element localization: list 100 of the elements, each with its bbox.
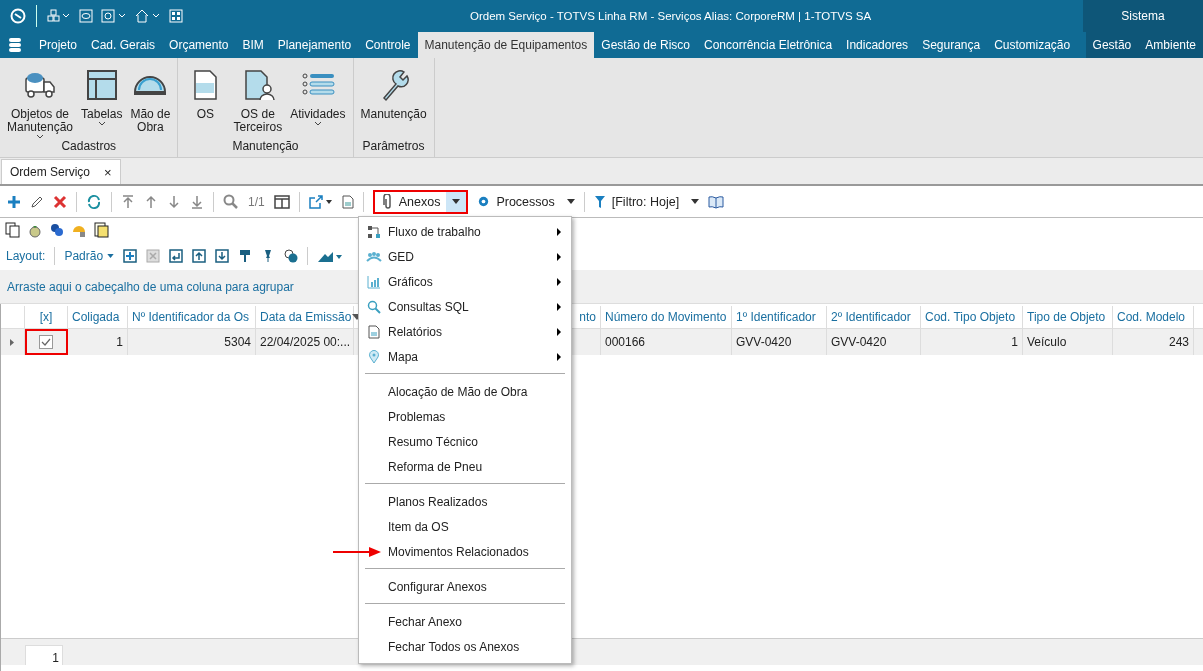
menu-item[interactable]: GED <box>359 244 571 269</box>
ribbon-button[interactable]: OS de Terceiros <box>230 58 286 139</box>
menu-item[interactable]: Configurar Anexos <box>359 574 571 599</box>
window-title: Ordem Serviço - TOTVS Linha RM - Serviços Alias: CorporeRM | 1-TOTVS SA <box>470 10 873 22</box>
down-arrow-icon[interactable] <box>167 194 181 209</box>
ribbon-tab[interactable]: Manutenção de Equipamentos <box>417 32 595 58</box>
caret-icon <box>452 199 461 204</box>
row-checkbox[interactable] <box>39 335 53 349</box>
export-icon[interactable] <box>308 194 333 209</box>
remove-row-icon <box>146 249 161 263</box>
refresh-icon[interactable] <box>86 193 102 210</box>
document-icon[interactable] <box>341 194 354 209</box>
menu-item[interactable]: Alocação de Mão de Obra <box>359 379 571 404</box>
menu-icon[interactable] <box>8 37 22 53</box>
group-label: Cadastros <box>60 139 118 155</box>
refresh-icon[interactable] <box>101 9 127 23</box>
ribbon-tab[interactable]: Customização <box>987 32 1078 58</box>
table-cell: 1 <box>921 329 1023 355</box>
menu-item[interactable]: Planos Realizados <box>359 489 571 514</box>
grid-icon[interactable] <box>169 9 183 23</box>
columns-icon[interactable] <box>273 194 290 209</box>
menu-item[interactable]: Fluxo de trabalho <box>359 219 571 244</box>
filter-icon <box>593 194 606 209</box>
ribbon-button[interactable]: Atividades <box>287 58 349 139</box>
first-icon[interactable] <box>121 194 135 209</box>
ribbon-button[interactable]: Tabelas <box>78 58 126 139</box>
layout-dropdown[interactable]: Padrão <box>64 249 115 263</box>
table-cell: 000166 <box>601 329 732 355</box>
attachments-button[interactable]: Anexos <box>372 189 469 214</box>
menu-item[interactable]: Fechar Todos os Anexos <box>359 634 571 659</box>
submenu-arrow-icon <box>557 302 561 311</box>
people-icon <box>365 250 382 263</box>
ribbon-tab[interactable]: Gestão <box>1085 32 1139 58</box>
menu-item[interactable]: Gráficos <box>359 269 571 294</box>
report-icon[interactable] <box>93 222 109 238</box>
menu-item[interactable]: Mapa <box>359 344 571 369</box>
ribbon-tab[interactable]: BIM <box>235 32 271 58</box>
ribbon-tab[interactable]: Planejamento <box>270 32 359 58</box>
copy-icon[interactable] <box>5 222 21 238</box>
view-icon[interactable] <box>79 9 93 23</box>
submenu-arrow-icon <box>557 227 561 236</box>
gear-icon <box>477 195 491 208</box>
modules-icon[interactable] <box>47 9 71 23</box>
search-icon[interactable] <box>223 193 239 210</box>
row-indicator-icon <box>10 338 14 346</box>
delete-icon[interactable] <box>53 194 67 209</box>
menu-item[interactable]: Relatórios <box>359 319 571 344</box>
column-header[interactable]: Tipo de Objeto <box>1023 306 1113 328</box>
menu-item[interactable]: Movimentos Relacionados <box>359 539 571 564</box>
column-header[interactable]: 2º Identificador <box>827 306 921 328</box>
table-cell: 22/04/2025 00:... <box>256 329 354 355</box>
document-tab[interactable]: Ordem Serviço × <box>1 159 121 184</box>
column-header[interactable]: 1º Identificador <box>732 306 827 328</box>
column-header[interactable]: Cod. Tipo Objeto <box>921 306 1023 328</box>
ribbon-button[interactable]: Objetos de Manutenção <box>4 58 77 139</box>
ribbon-tab[interactable]: Gestão de Risco <box>594 32 697 58</box>
cubes-icon[interactable] <box>49 222 65 238</box>
ribbon-button[interactable]: Mão de Obra <box>127 58 174 139</box>
map-pin-icon <box>367 349 380 364</box>
ribbon-tab[interactable]: Projeto <box>32 32 85 58</box>
home-icon[interactable] <box>135 9 161 23</box>
last-icon[interactable] <box>190 194 204 209</box>
menu-item[interactable]: Consultas SQL <box>359 294 571 319</box>
menu-item[interactable]: Reforma de Pneu <box>359 454 571 479</box>
column-header[interactable]: [x] <box>25 306 68 328</box>
book-icon[interactable] <box>708 194 725 209</box>
menu-item[interactable]: Resumo Técnico <box>359 429 571 454</box>
menu-item[interactable]: Item da OS <box>359 514 571 539</box>
download-icon[interactable] <box>215 249 230 263</box>
enter-icon[interactable] <box>169 249 184 263</box>
ribbon-button[interactable]: Manutenção <box>357 58 430 139</box>
shapes-icon[interactable] <box>284 249 299 263</box>
filter-button[interactable]: [Filtro: Hoje] <box>593 194 700 209</box>
column-header[interactable]: Coligada <box>68 306 128 328</box>
processes-button[interactable]: Processos <box>477 194 575 209</box>
ribbon-tab[interactable]: Segurança <box>915 32 988 58</box>
table-cell: GVV-0420 <box>827 329 921 355</box>
search-icon <box>366 299 381 314</box>
paint-roller-icon[interactable] <box>238 249 253 263</box>
up-arrow-icon[interactable] <box>144 194 158 209</box>
ribbon-tab[interactable]: Indicadores <box>839 32 916 58</box>
column-header[interactable]: Cod. Modelo <box>1113 306 1194 328</box>
app-logo-icon[interactable] <box>10 8 26 24</box>
ribbon-tab[interactable]: Ambiente <box>1138 32 1203 58</box>
add-icon[interactable] <box>7 194 21 209</box>
workflow-icon <box>366 224 381 239</box>
menu-item[interactable]: Problemas <box>359 404 571 429</box>
ribbon-tab[interactable]: Cad. Gerais <box>84 32 163 58</box>
submenu-arrow-icon <box>557 277 561 286</box>
ribbon-tab[interactable]: Controle <box>358 32 418 58</box>
ribbon-button[interactable]: OS <box>182 58 229 139</box>
add-row-icon[interactable] <box>123 249 138 263</box>
column-header[interactable]: Nº Identificador da Os <box>128 306 256 328</box>
edit-icon[interactable] <box>30 194 44 209</box>
submenu-arrow-icon <box>557 327 561 336</box>
ribbon-tab[interactable]: Concorrência Eletrônica <box>697 32 840 58</box>
ribbon-tab[interactable]: Orçamento <box>162 32 236 58</box>
upload-icon[interactable] <box>192 249 207 263</box>
column-header[interactable]: Número do Movimento <box>601 306 732 328</box>
menu-item[interactable]: Fechar Anexo <box>359 609 571 634</box>
